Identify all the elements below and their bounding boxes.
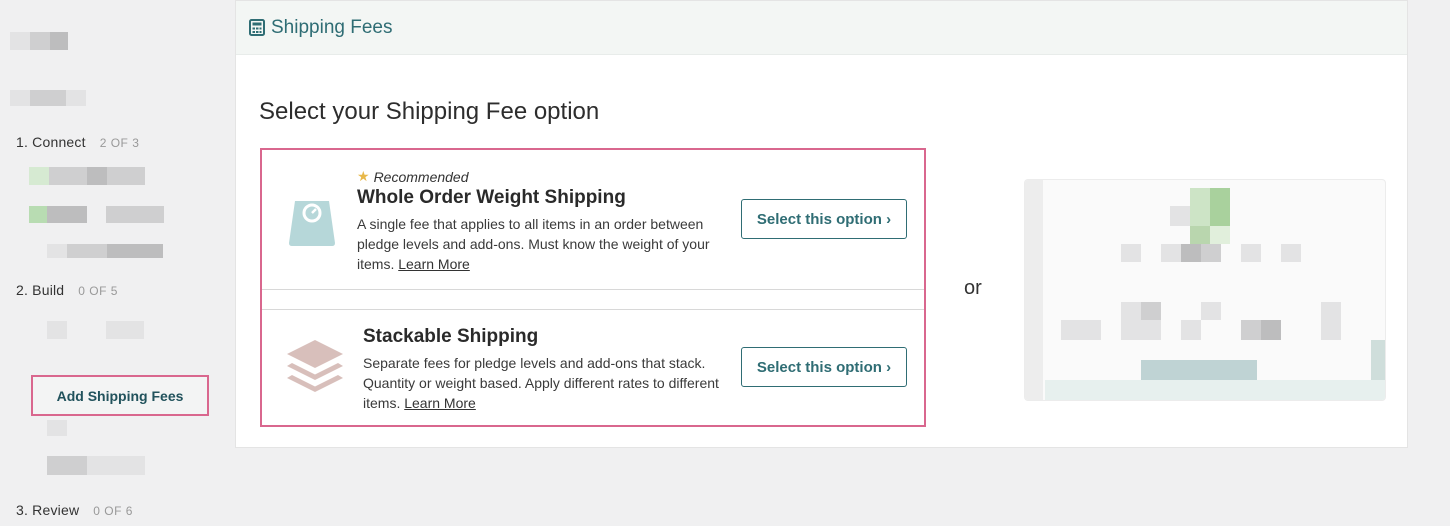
option-description: A single fee that applies to all items i… [357, 214, 732, 274]
redacted-block [1201, 244, 1221, 262]
redacted-block [1201, 302, 1221, 320]
step-connect[interactable]: 1. Connect 2 OF 3 [16, 134, 139, 150]
learn-more-link[interactable]: Learn More [404, 395, 476, 411]
step-build[interactable]: 2. Build 0 OF 5 [16, 282, 118, 298]
redacted-block [1121, 302, 1141, 320]
redacted-block [1190, 188, 1210, 226]
redacted-block [1045, 380, 1385, 400]
learn-more-link[interactable]: Learn More [398, 256, 470, 272]
step-count: 0 OF 6 [93, 504, 133, 518]
redacted-block [47, 321, 67, 339]
redacted-block [10, 32, 30, 50]
or-divider-text: or [964, 277, 982, 299]
select-option-button[interactable]: Select this option › [741, 347, 907, 387]
redacted-block [106, 206, 164, 223]
redacted-block [1210, 226, 1230, 244]
step-label: 2. Build [16, 282, 65, 298]
redacted-block [29, 167, 49, 185]
redacted-block [47, 244, 67, 258]
redacted-block [1025, 180, 1043, 400]
redacted-block [67, 244, 107, 258]
option-title: Stackable Shipping [363, 326, 539, 347]
redacted-block [1281, 244, 1301, 262]
redacted-block [1170, 206, 1190, 226]
redacted-block [47, 206, 87, 223]
redacted-block [1190, 226, 1210, 244]
shipping-fees-panel: Shipping Fees Select your Shipping Fee o… [235, 0, 1408, 448]
redacted-block [106, 321, 144, 339]
redacted-block [30, 90, 66, 106]
redacted-block [1371, 340, 1385, 380]
option-text: ★ Recommended Whole Order Weight Shippin… [357, 168, 732, 274]
redacted-block [1061, 320, 1101, 340]
weight-scale-icon [286, 195, 338, 252]
redacted-block [1181, 244, 1201, 262]
option-text: Stackable Shipping Separate fees for ple… [363, 324, 738, 413]
step-label: 3. Review [16, 502, 80, 518]
panel-header: Shipping Fees [236, 1, 1407, 55]
redacted-block [30, 32, 50, 50]
sidebar-item-add-shipping-fees[interactable]: Add Shipping Fees [31, 375, 209, 416]
sparkle-star-icon: ★ [357, 168, 370, 184]
select-option-button[interactable]: Select this option › [741, 199, 907, 239]
redacted-block [1141, 360, 1257, 380]
redacted-block [1321, 320, 1341, 340]
redacted-block [29, 206, 47, 223]
redacted-block [49, 167, 87, 185]
option-title: Whole Order Weight Shipping [357, 187, 626, 208]
option-description: Separate fees for pledge levels and add-… [363, 353, 738, 413]
step-count: 2 OF 3 [99, 136, 140, 150]
step-review[interactable]: 3. Review 0 OF 6 [16, 502, 133, 518]
shipping-options-box: ★ Recommended Whole Order Weight Shippin… [260, 148, 926, 427]
redacted-option-card[interactable] [1024, 179, 1386, 401]
redacted-block [1210, 188, 1230, 226]
redacted-block [1321, 302, 1341, 320]
redacted-block [1241, 244, 1261, 262]
redacted-block [47, 456, 87, 475]
recommended-label: Recommended [373, 168, 469, 185]
redacted-block [87, 456, 145, 475]
step-count: 0 OF 5 [78, 284, 118, 298]
redacted-block [107, 167, 145, 185]
redacted-block [50, 32, 68, 50]
redacted-block [47, 420, 67, 436]
redacted-block [87, 167, 107, 185]
stacked-layers-icon [284, 337, 346, 404]
redacted-block [66, 90, 86, 106]
option-stackable: Stackable Shipping Separate fees for ple… [262, 309, 924, 428]
redacted-block [10, 90, 30, 106]
panel-title: Shipping Fees [271, 16, 393, 38]
step-label: 1. Connect [16, 134, 86, 150]
redacted-block [1161, 244, 1181, 262]
redacted-block [1121, 320, 1161, 340]
redacted-block [1141, 302, 1161, 320]
calculator-icon [249, 19, 265, 36]
sidebar: 1. Connect 2 OF 3 2. Build 0 OF 5 Add Ship… [0, 0, 225, 526]
recommended-badge: ★ Recommended [357, 168, 732, 185]
redacted-block [1181, 320, 1201, 340]
option-whole-order-weight: ★ Recommended Whole Order Weight Shippin… [262, 150, 924, 290]
redacted-block [1121, 244, 1141, 262]
redacted-block [107, 244, 163, 258]
redacted-block [1261, 320, 1281, 340]
section-title: Select your Shipping Fee option [259, 98, 600, 125]
